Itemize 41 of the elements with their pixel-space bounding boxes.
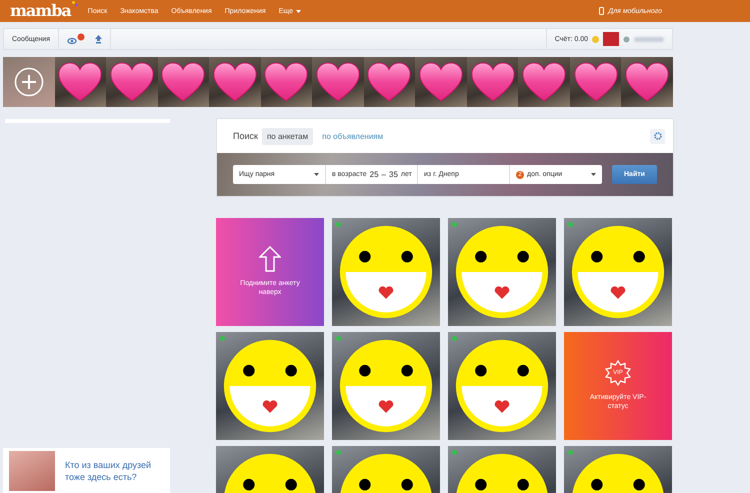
up-arrow-icon[interactable] — [95, 34, 102, 44]
heart-drawing — [367, 62, 412, 102]
logo-dots-icon — [72, 1, 78, 7]
heart-drawing — [58, 62, 102, 102]
heart-drawing — [316, 62, 360, 102]
search-label: Поиск — [233, 131, 258, 141]
photo-placeholder[interactable] — [332, 218, 440, 326]
heart-drawing — [161, 62, 206, 102]
add-photo-tile[interactable] — [3, 57, 55, 107]
photo-placeholder[interactable] — [564, 218, 672, 326]
status-circle-icon — [623, 36, 630, 42]
settings-icon — [654, 132, 662, 140]
heart-drawing — [264, 62, 308, 102]
heart-drawing — [522, 62, 566, 102]
caret-icon — [296, 10, 301, 12]
photo-placeholder[interactable] — [332, 332, 440, 440]
logo[interactable]: mamba — [10, 2, 71, 20]
plus-icon — [14, 67, 44, 97]
age-to-field[interactable]: 35 — [389, 170, 398, 179]
eye-icon[interactable] — [67, 33, 87, 45]
caret-icon — [591, 173, 596, 176]
caret-icon — [314, 173, 319, 176]
photo-placeholder[interactable] — [448, 218, 556, 326]
heart-drawing — [625, 62, 670, 102]
coin-icon — [592, 36, 599, 42]
heart-drawing — [470, 62, 515, 102]
settings-button[interactable] — [650, 128, 665, 144]
photo-placeholder[interactable] — [216, 332, 324, 440]
age-from-field[interactable]: 25 — [370, 170, 379, 179]
photo-placeholder — [9, 450, 55, 490]
search-tab[interactable]: по объявлениям — [317, 128, 388, 144]
photo-placeholder[interactable] — [448, 332, 556, 440]
heart-drawing — [419, 62, 464, 102]
heart-drawing — [212, 62, 257, 102]
phone-icon — [599, 7, 604, 15]
heart-drawing — [574, 62, 618, 102]
age-separator: – — [382, 170, 386, 179]
redacted-name — [634, 36, 664, 42]
heart-drawing — [110, 62, 154, 102]
search-tab[interactable]: по анкетам — [262, 128, 314, 144]
up-arrow-icon — [259, 246, 281, 272]
